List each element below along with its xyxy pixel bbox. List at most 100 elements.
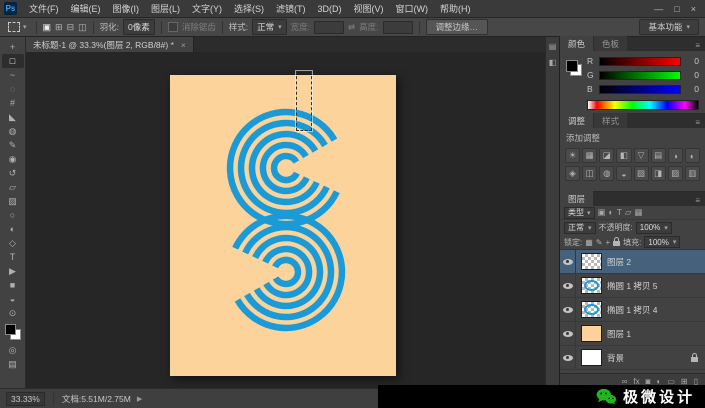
- feather-input[interactable]: 0像素: [123, 19, 155, 35]
- lasso-tool[interactable]: ~: [2, 68, 24, 82]
- filter-shape-layers-icon[interactable]: ▱: [625, 207, 632, 218]
- layer-thumbnail[interactable]: [581, 325, 602, 342]
- height-input[interactable]: [382, 20, 413, 34]
- curves-icon[interactable]: ◪: [599, 148, 615, 163]
- foreground-color-swatch[interactable]: [4, 324, 16, 335]
- add-to-selection-icon[interactable]: ⊞: [55, 22, 63, 33]
- path-selection-tool[interactable]: ▶: [2, 264, 24, 278]
- levels-icon[interactable]: ▦: [582, 148, 598, 163]
- rectangular-marquee-tool[interactable]: □: [1, 54, 24, 68]
- close-button[interactable]: ×: [691, 4, 696, 14]
- menu-file[interactable]: 文件(F): [23, 0, 65, 18]
- quick-selection-tool[interactable]: ◌: [2, 82, 24, 96]
- fill-select[interactable]: 100% ▾: [644, 236, 681, 248]
- tab-close-icon[interactable]: ×: [181, 40, 186, 50]
- lock-pixels-icon[interactable]: ✎: [596, 238, 603, 247]
- red-value[interactable]: 0: [685, 56, 699, 66]
- restore-button[interactable]: □: [674, 4, 679, 14]
- rectangle-tool[interactable]: ■: [2, 278, 24, 292]
- layer-name[interactable]: 图层 1: [607, 328, 631, 340]
- pen-tool[interactable]: ◇: [2, 236, 24, 250]
- layer-row-layer-1[interactable]: 图层 1: [560, 322, 705, 346]
- tab-adjustments[interactable]: 调整: [560, 113, 594, 128]
- visibility-toggle[interactable]: [560, 298, 576, 321]
- history-brush-tool[interactable]: ↺: [2, 166, 24, 180]
- foreground-color-swatch[interactable]: [566, 60, 578, 72]
- filter-pixel-layers-icon[interactable]: ▣: [598, 207, 606, 218]
- color-balance-icon[interactable]: ◑: [667, 148, 683, 163]
- layer-row-ellipse-copy-5[interactable]: 椭圆 1 拷贝 5: [560, 274, 705, 298]
- menu-help[interactable]: 帮助(H): [434, 0, 477, 18]
- menu-layer[interactable]: 图层(L): [145, 0, 186, 18]
- panel-menu-icon[interactable]: ≡: [690, 118, 705, 128]
- color-spectrum-ramp[interactable]: [587, 100, 699, 110]
- channel-mixer-icon[interactable]: ◫: [582, 166, 598, 181]
- dodge-tool[interactable]: ◐: [2, 222, 24, 236]
- document-tab[interactable]: 未标题-1 @ 33.3%(图层 2, RGB/8#) * ×: [26, 37, 194, 52]
- history-panel-icon[interactable]: ▤: [549, 42, 557, 51]
- hue-saturation-icon[interactable]: ▤: [650, 148, 666, 163]
- minimize-button[interactable]: —: [654, 4, 663, 14]
- clone-stamp-tool[interactable]: ◉: [2, 152, 24, 166]
- lock-position-icon[interactable]: +: [606, 238, 611, 247]
- layer-name[interactable]: 椭圆 1 拷贝 4: [607, 304, 658, 316]
- canvas-area[interactable]: [26, 52, 545, 388]
- zoom-tool[interactable]: ⊙: [2, 306, 24, 320]
- panel-menu-icon[interactable]: ≡: [690, 196, 705, 206]
- panel-color-swatches[interactable]: [566, 60, 582, 76]
- menu-image[interactable]: 图像(I): [107, 0, 146, 18]
- opacity-select[interactable]: 100% ▾: [635, 221, 672, 234]
- eyedropper-tool[interactable]: ◣: [2, 110, 24, 124]
- panel-menu-icon[interactable]: ≡: [690, 41, 705, 51]
- intersect-selection-icon[interactable]: ◫: [78, 22, 87, 33]
- green-slider[interactable]: [599, 70, 681, 80]
- layer-thumbnail[interactable]: [581, 253, 602, 270]
- type-tool[interactable]: T: [2, 250, 24, 264]
- vibrance-icon[interactable]: ▽: [633, 148, 649, 163]
- workspace-switcher[interactable]: 基本功能 ▾: [639, 19, 699, 35]
- layer-thumbnail[interactable]: [581, 349, 602, 366]
- color-lookup-icon[interactable]: ◍: [599, 166, 615, 181]
- invert-icon[interactable]: ◒: [616, 166, 632, 181]
- menu-select[interactable]: 选择(S): [228, 0, 270, 18]
- selective-color-icon[interactable]: ▨: [667, 166, 683, 181]
- menu-window[interactable]: 窗口(W): [390, 0, 435, 18]
- visibility-toggle[interactable]: [560, 346, 576, 369]
- filter-smart-objects-icon[interactable]: ▦: [634, 207, 642, 218]
- lock-all-icon[interactable]: [613, 237, 621, 246]
- style-select[interactable]: 正常 ▾: [252, 19, 287, 35]
- healing-brush-tool[interactable]: ◍: [2, 124, 24, 138]
- layer-name[interactable]: 背景: [607, 352, 624, 364]
- swap-dimensions-icon[interactable]: ⇄: [348, 22, 355, 33]
- tab-color[interactable]: 颜色: [560, 36, 594, 51]
- layer-thumbnail[interactable]: [581, 301, 602, 318]
- foreground-background-swatches[interactable]: [4, 324, 21, 340]
- gradient-map-icon[interactable]: ▥: [684, 166, 700, 181]
- zoom-level-field[interactable]: 33.33%: [6, 391, 45, 406]
- status-menu-arrow-icon[interactable]: ▶: [137, 395, 142, 403]
- layer-row-ellipse-copy-4[interactable]: 椭圆 1 拷贝 4: [560, 298, 705, 322]
- antialias-checkbox[interactable]: [167, 22, 178, 32]
- blur-tool[interactable]: ○: [2, 208, 24, 222]
- layer-thumbnail[interactable]: [581, 277, 602, 294]
- menu-type[interactable]: 文字(Y): [186, 0, 228, 18]
- red-slider[interactable]: [599, 56, 681, 66]
- visibility-toggle[interactable]: [560, 250, 576, 273]
- lock-transparency-icon[interactable]: ▦: [585, 238, 593, 247]
- filter-adjustment-layers-icon[interactable]: ◐: [609, 207, 614, 218]
- menu-3d[interactable]: 3D(D): [312, 0, 348, 18]
- photo-filter-icon[interactable]: ◈: [565, 166, 581, 181]
- menu-edit[interactable]: 编辑(E): [65, 0, 107, 18]
- tab-swatches[interactable]: 色板: [594, 36, 628, 51]
- selection-marquee[interactable]: [296, 71, 312, 131]
- menu-filter[interactable]: 滤镜(T): [270, 0, 312, 18]
- layer-row-layer-2[interactable]: 图层 2: [560, 250, 705, 274]
- layer-filter-kind-select[interactable]: 类型 ▾: [564, 206, 595, 219]
- properties-panel-icon[interactable]: ◧: [549, 58, 557, 67]
- gradient-tool[interactable]: ▨: [2, 194, 24, 208]
- blue-slider[interactable]: [599, 84, 681, 94]
- hand-tool[interactable]: ◒: [2, 292, 24, 306]
- tab-styles[interactable]: 样式: [594, 113, 628, 128]
- screen-mode-icon[interactable]: ▤: [2, 357, 24, 371]
- move-tool[interactable]: +: [2, 40, 24, 54]
